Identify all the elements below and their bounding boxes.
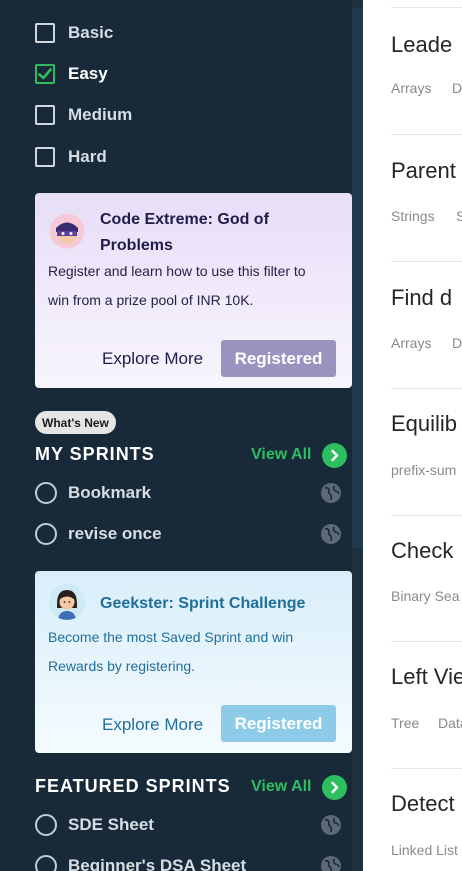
problem-tag: Tree (391, 715, 420, 731)
contest-promo-title: Code Extreme: God of Problems (100, 207, 269, 259)
sprint-desc-line: Rewards by registering. (48, 658, 196, 674)
difficulty-option-hard[interactable]: Hard (35, 145, 107, 169)
difficulty-label: Medium (68, 105, 133, 124)
contest-desc-line: win from a prize pool of INR 10K. (48, 292, 254, 308)
checkbox[interactable] (35, 23, 55, 43)
problem-tag: D (452, 80, 462, 96)
whats-new-badge: What's New (35, 411, 116, 434)
problem-title[interactable]: Check (391, 538, 453, 564)
globe-icon (320, 855, 342, 871)
globe-icon (320, 814, 342, 836)
checkbox-checked[interactable] (35, 64, 55, 84)
sprint-explore-more-link[interactable]: Explore More (102, 715, 203, 735)
sidebar-scrollbar-thumb[interactable] (352, 8, 363, 548)
problem-title[interactable]: Detect (391, 791, 455, 817)
problem-tag: Strings (391, 208, 435, 224)
sprint-avatar (49, 584, 85, 620)
checkmark-icon (38, 68, 52, 80)
view-all-arrow-icon[interactable] (322, 775, 347, 800)
difficulty-label: Basic (68, 23, 114, 42)
contest-title-line: Problems (100, 237, 173, 254)
sprint-label: SDE Sheet (68, 815, 154, 834)
sprint-promo-card: Geekster: Sprint Challenge Become the mo… (35, 571, 352, 753)
sidebar: Basic Easy Medium Hard Code Extreme: God… (0, 0, 363, 871)
divider (391, 515, 462, 516)
problem-title[interactable]: Parent (391, 158, 456, 184)
sprint-item-sde-sheet[interactable]: SDE Sheet (35, 812, 154, 838)
sprint-label: revise once (68, 524, 162, 543)
checkbox[interactable] (35, 105, 55, 125)
problem-title[interactable]: Leade (391, 32, 452, 58)
difficulty-label: Hard (68, 147, 107, 166)
divider (391, 768, 462, 769)
divider (391, 7, 462, 8)
my-sprints-view-all-link[interactable]: View All (251, 446, 311, 464)
divider (391, 388, 462, 389)
sprint-promo-description: Become the most Saved Sprint and win Rew… (48, 623, 293, 681)
divider (391, 261, 462, 262)
problem-title[interactable]: Find d (391, 285, 452, 311)
radio-button[interactable] (35, 814, 57, 836)
sprint-promo-title: Geekster: Sprint Challenge (100, 595, 306, 612)
contest-desc-line: Register and learn how to use this filte… (48, 263, 306, 279)
contest-title-line: Code Extreme: God of (100, 211, 269, 228)
problem-tag: Linked List (391, 842, 458, 858)
contest-registered-button[interactable]: Registered (221, 340, 336, 377)
problem-list: Leade Arrays D Parent Strings S Find d A… (363, 0, 462, 871)
problem-tag: Binary Sea (391, 588, 460, 604)
problem-tag: Arrays (391, 80, 432, 96)
difficulty-label: Easy (68, 64, 108, 83)
view-all-arrow-icon[interactable] (322, 443, 347, 468)
problem-title[interactable]: Equilib (391, 411, 457, 437)
radio-button[interactable] (35, 482, 57, 504)
difficulty-option-medium[interactable]: Medium (35, 103, 132, 127)
sprint-item-revise-once[interactable]: revise once (35, 521, 162, 547)
divider (391, 641, 462, 642)
featured-sprints-view-all-link[interactable]: View All (251, 778, 311, 796)
radio-button[interactable] (35, 855, 57, 871)
problem-tag: D (452, 335, 462, 351)
problem-tag: S (456, 208, 462, 224)
sprint-label: Bookmark (68, 483, 152, 502)
featured-sprints-title: FEATURED SPRINTS (35, 776, 231, 796)
difficulty-option-easy[interactable]: Easy (35, 62, 108, 86)
globe-icon (320, 482, 342, 504)
sprint-item-beginners-dsa-sheet[interactable]: Beginner's DSA Sheet (35, 853, 246, 871)
sprint-item-bookmark[interactable]: Bookmark (35, 480, 151, 506)
contest-avatar (49, 213, 85, 249)
problem-tag: Arrays (391, 335, 432, 351)
problem-title[interactable]: Left Vie (391, 664, 462, 690)
contest-promo-card: Code Extreme: God of Problems Register a… (35, 193, 352, 388)
my-sprints-title: MY SPRINTS (35, 444, 155, 464)
radio-button[interactable] (35, 523, 57, 545)
problem-tag: prefix-sum (391, 462, 457, 478)
contest-explore-more-link[interactable]: Explore More (102, 349, 203, 369)
problem-tag: Data (438, 715, 462, 731)
difficulty-option-basic[interactable]: Basic (35, 21, 113, 45)
contest-promo-description: Register and learn how to use this filte… (48, 257, 306, 315)
sprint-desc-line: Become the most Saved Sprint and win (48, 629, 294, 645)
globe-icon (320, 523, 342, 545)
sprint-registered-button[interactable]: Registered (221, 705, 336, 742)
sprint-label: Beginner's DSA Sheet (68, 856, 247, 871)
divider (391, 134, 462, 135)
ninja-avatar-icon (50, 214, 84, 248)
girl-avatar-icon (50, 585, 84, 620)
checkbox[interactable] (35, 147, 55, 167)
